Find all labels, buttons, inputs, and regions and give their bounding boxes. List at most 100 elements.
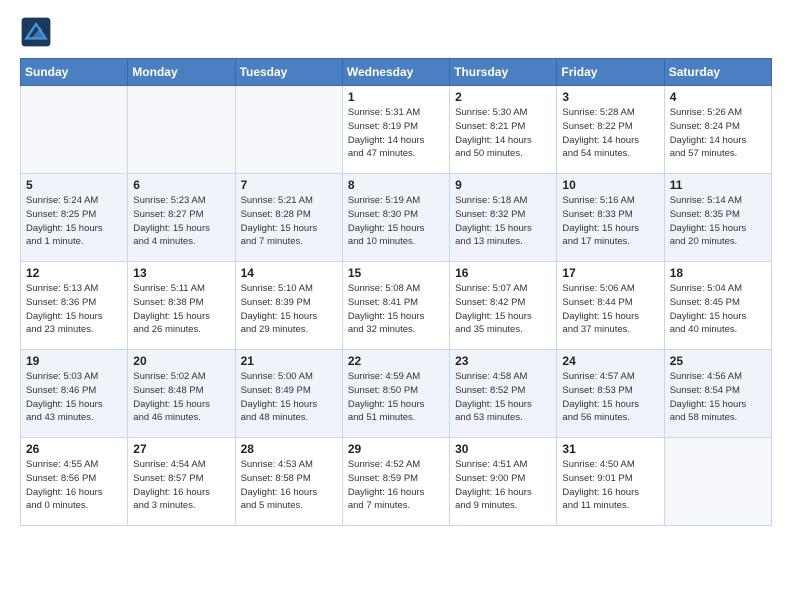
calendar-day-7: 7 Sunrise: 5:21 AM Sunset: 8:28 PM Daylig…: [235, 174, 342, 262]
day-number: 20: [133, 354, 229, 368]
calendar-day-1: 1 Sunrise: 5:31 AM Sunset: 8:19 PM Daylig…: [342, 86, 449, 174]
calendar-day-18: 18 Sunrise: 5:04 AM Sunset: 8:45 PM Dayli…: [664, 262, 771, 350]
day-info: Sunrise: 5:30 AM Sunset: 8:21 PM Dayligh…: [455, 106, 551, 161]
day-number: 30: [455, 442, 551, 456]
day-number: 13: [133, 266, 229, 280]
day-info: Sunrise: 5:19 AM Sunset: 8:30 PM Dayligh…: [348, 194, 444, 249]
day-info: Sunrise: 4:52 AM Sunset: 8:59 PM Dayligh…: [348, 458, 444, 513]
day-number: 7: [241, 178, 337, 192]
logo-icon: [20, 16, 52, 48]
day-info: Sunrise: 5:28 AM Sunset: 8:22 PM Dayligh…: [562, 106, 658, 161]
calendar-day-8: 8Sunrise: 5:19 AM Sunset: 8:30 PM Daylig…: [342, 174, 449, 262]
calendar-day-29: 29 Sunrise: 4:52 AM Sunset: 8:59 PM Dayli…: [342, 438, 449, 526]
day-info: Sunrise: 4:59 AM Sunset: 8:50 PM Dayligh…: [348, 370, 444, 425]
logo: [20, 16, 56, 48]
calendar-empty-cell: [664, 438, 771, 526]
day-info: Sunrise: 5:03 AM Sunset: 8:46 PM Dayligh…: [26, 370, 122, 425]
calendar-day-4: 4 Sunrise: 5:26 AM Sunset: 8:24 PM Daylig…: [664, 86, 771, 174]
day-number: 2: [455, 90, 551, 104]
day-info: Sunrise: 5:31 AM Sunset: 8:19 PM Dayligh…: [348, 106, 444, 161]
calendar-day-11: 11Sunrise: 5:14 AM Sunset: 8:35 PM Dayli…: [664, 174, 771, 262]
day-info: Sunrise: 5:21 AM Sunset: 8:28 PM Dayligh…: [241, 194, 337, 249]
day-number: 10: [562, 178, 658, 192]
calendar-header-monday: Monday: [128, 59, 235, 86]
calendar-day-6: 6Sunrise: 5:23 AM Sunset: 8:27 PM Daylig…: [128, 174, 235, 262]
day-number: 22: [348, 354, 444, 368]
day-number: 9: [455, 178, 551, 192]
day-info: Sunrise: 4:54 AM Sunset: 8:57 PM Dayligh…: [133, 458, 229, 513]
day-info: Sunrise: 4:58 AM Sunset: 8:52 PM Dayligh…: [455, 370, 551, 425]
calendar-day-30: 30 Sunrise: 4:51 AM Sunset: 9:00 PM Dayli…: [450, 438, 557, 526]
day-info: Sunrise: 4:53 AM Sunset: 8:58 PM Dayligh…: [241, 458, 337, 513]
calendar-empty-cell: [128, 86, 235, 174]
calendar-day-23: 23 Sunrise: 4:58 AM Sunset: 8:52 PM Dayli…: [450, 350, 557, 438]
calendar-week-row: 26 Sunrise: 4:55 AM Sunset: 8:56 PM Dayli…: [21, 438, 772, 526]
day-number: 18: [670, 266, 766, 280]
calendar-day-17: 17 Sunrise: 5:06 AM Sunset: 8:44 PM Dayli…: [557, 262, 664, 350]
calendar-header-row: SundayMondayTuesdayWednesdayThursdayFrid…: [21, 59, 772, 86]
day-number: 4: [670, 90, 766, 104]
day-info: Sunrise: 5:06 AM Sunset: 8:44 PM Dayligh…: [562, 282, 658, 337]
calendar-week-row: 5 Sunrise: 5:24 AM Sunset: 8:25 PM Daylig…: [21, 174, 772, 262]
day-info: Sunrise: 5:14 AM Sunset: 8:35 PM Dayligh…: [670, 194, 766, 249]
calendar-header-wednesday: Wednesday: [342, 59, 449, 86]
calendar-day-15: 15 Sunrise: 5:08 AM Sunset: 8:41 PM Dayli…: [342, 262, 449, 350]
day-number: 12: [26, 266, 122, 280]
day-info: Sunrise: 5:00 AM Sunset: 8:49 PM Dayligh…: [241, 370, 337, 425]
day-number: 17: [562, 266, 658, 280]
day-info: Sunrise: 5:02 AM Sunset: 8:48 PM Dayligh…: [133, 370, 229, 425]
day-number: 19: [26, 354, 122, 368]
day-info: Sunrise: 5:18 AM Sunset: 8:32 PM Dayligh…: [455, 194, 551, 249]
calendar-day-9: 9 Sunrise: 5:18 AM Sunset: 8:32 PM Daylig…: [450, 174, 557, 262]
day-number: 26: [26, 442, 122, 456]
calendar-day-21: 21Sunrise: 5:00 AM Sunset: 8:49 PM Dayli…: [235, 350, 342, 438]
day-info: Sunrise: 4:57 AM Sunset: 8:53 PM Dayligh…: [562, 370, 658, 425]
calendar-week-row: 1 Sunrise: 5:31 AM Sunset: 8:19 PM Daylig…: [21, 86, 772, 174]
day-info: Sunrise: 5:13 AM Sunset: 8:36 PM Dayligh…: [26, 282, 122, 337]
day-info: Sunrise: 5:08 AM Sunset: 8:41 PM Dayligh…: [348, 282, 444, 337]
header: [20, 16, 772, 48]
day-number: 14: [241, 266, 337, 280]
day-number: 31: [562, 442, 658, 456]
day-info: Sunrise: 5:16 AM Sunset: 8:33 PM Dayligh…: [562, 194, 658, 249]
calendar-day-24: 24Sunrise: 4:57 AM Sunset: 8:53 PM Dayli…: [557, 350, 664, 438]
day-info: Sunrise: 5:10 AM Sunset: 8:39 PM Dayligh…: [241, 282, 337, 337]
calendar-day-31: 31 Sunrise: 4:50 AM Sunset: 9:01 PM Dayli…: [557, 438, 664, 526]
day-info: Sunrise: 4:50 AM Sunset: 9:01 PM Dayligh…: [562, 458, 658, 513]
day-info: Sunrise: 5:24 AM Sunset: 8:25 PM Dayligh…: [26, 194, 122, 249]
calendar-day-12: 12 Sunrise: 5:13 AM Sunset: 8:36 PM Dayli…: [21, 262, 128, 350]
day-number: 6: [133, 178, 229, 192]
day-info: Sunrise: 4:55 AM Sunset: 8:56 PM Dayligh…: [26, 458, 122, 513]
calendar-header-saturday: Saturday: [664, 59, 771, 86]
calendar-day-3: 3 Sunrise: 5:28 AM Sunset: 8:22 PM Daylig…: [557, 86, 664, 174]
day-number: 27: [133, 442, 229, 456]
page: SundayMondayTuesdayWednesdayThursdayFrid…: [0, 0, 792, 612]
day-info: Sunrise: 5:11 AM Sunset: 8:38 PM Dayligh…: [133, 282, 229, 337]
calendar-header-tuesday: Tuesday: [235, 59, 342, 86]
day-info: Sunrise: 5:04 AM Sunset: 8:45 PM Dayligh…: [670, 282, 766, 337]
day-number: 15: [348, 266, 444, 280]
day-number: 29: [348, 442, 444, 456]
calendar-week-row: 19 Sunrise: 5:03 AM Sunset: 8:46 PM Dayli…: [21, 350, 772, 438]
calendar-day-25: 25Sunrise: 4:56 AM Sunset: 8:54 PM Dayli…: [664, 350, 771, 438]
calendar-header-friday: Friday: [557, 59, 664, 86]
day-info: Sunrise: 4:51 AM Sunset: 9:00 PM Dayligh…: [455, 458, 551, 513]
day-number: 5: [26, 178, 122, 192]
day-number: 16: [455, 266, 551, 280]
calendar-header-sunday: Sunday: [21, 59, 128, 86]
calendar-day-5: 5 Sunrise: 5:24 AM Sunset: 8:25 PM Daylig…: [21, 174, 128, 262]
day-info: Sunrise: 5:26 AM Sunset: 8:24 PM Dayligh…: [670, 106, 766, 161]
calendar: SundayMondayTuesdayWednesdayThursdayFrid…: [20, 58, 772, 526]
day-number: 25: [670, 354, 766, 368]
calendar-day-16: 16 Sunrise: 5:07 AM Sunset: 8:42 PM Dayli…: [450, 262, 557, 350]
day-number: 23: [455, 354, 551, 368]
calendar-day-19: 19 Sunrise: 5:03 AM Sunset: 8:46 PM Dayli…: [21, 350, 128, 438]
day-number: 3: [562, 90, 658, 104]
calendar-empty-cell: [21, 86, 128, 174]
calendar-day-27: 27 Sunrise: 4:54 AM Sunset: 8:57 PM Dayli…: [128, 438, 235, 526]
calendar-day-2: 2 Sunrise: 5:30 AM Sunset: 8:21 PM Daylig…: [450, 86, 557, 174]
day-info: Sunrise: 5:07 AM Sunset: 8:42 PM Dayligh…: [455, 282, 551, 337]
calendar-day-13: 13 Sunrise: 5:11 AM Sunset: 8:38 PM Dayli…: [128, 262, 235, 350]
calendar-day-26: 26 Sunrise: 4:55 AM Sunset: 8:56 PM Dayli…: [21, 438, 128, 526]
day-number: 1: [348, 90, 444, 104]
